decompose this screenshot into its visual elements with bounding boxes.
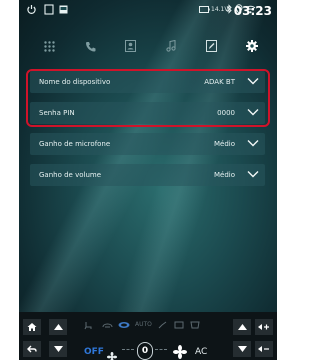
fan-small-icon[interactable] — [107, 347, 117, 360]
setting-volume-gain[interactable]: Ganho de volume Médio — [30, 164, 265, 186]
chevron-down-icon[interactable] — [247, 169, 259, 179]
recirculation-icon[interactable] — [102, 321, 113, 331]
volume-up-icon — [258, 324, 269, 330]
up-button[interactable] — [49, 319, 67, 335]
setting-label: Ganho de volume — [39, 171, 102, 179]
airflow-icon[interactable] — [158, 321, 167, 331]
back-button[interactable] — [23, 341, 41, 357]
climate-control: AUTO OFF 0 AC — [77, 318, 215, 360]
battery-icon — [199, 4, 210, 17]
tab-music[interactable] — [160, 36, 182, 56]
chevron-down-icon[interactable] — [247, 138, 259, 148]
rear-defrost-icon[interactable] — [190, 321, 200, 331]
image-icon — [59, 4, 68, 17]
triangle-down-icon — [237, 346, 247, 352]
climate-off-button[interactable]: OFF — [84, 347, 104, 357]
volume-down-button[interactable] — [255, 341, 273, 357]
phone-icon — [85, 41, 95, 51]
tab-phone[interactable] — [79, 36, 101, 56]
triangle-down-icon — [53, 346, 63, 352]
fan-slider-track[interactable] — [122, 349, 134, 350]
volume-up-button[interactable] — [255, 319, 273, 335]
front-defrost-icon[interactable] — [174, 321, 184, 331]
tab-contacts[interactable] — [119, 36, 141, 56]
tab-settings[interactable] — [241, 36, 263, 56]
fan-level[interactable]: 0 — [137, 342, 153, 360]
grid-icon — [43, 40, 55, 52]
tab-edit[interactable] — [200, 36, 222, 56]
fan-large-icon[interactable] — [173, 344, 187, 360]
head-unit-screen: 14.1V 03:23 Nome do dispositivo ADAK BT … — [19, 0, 277, 360]
triangle-up-icon — [237, 324, 247, 330]
right-down-button[interactable] — [233, 341, 251, 357]
ac-button[interactable]: AC — [195, 347, 207, 357]
seat-heat-icon[interactable] — [84, 321, 93, 332]
home-button[interactable] — [23, 319, 41, 335]
bluetooth-icon — [226, 4, 232, 17]
gear-icon — [246, 40, 258, 52]
fan-slider-track-right[interactable] — [155, 349, 167, 350]
setting-mic-gain[interactable]: Ganho de microfone Médio — [30, 133, 265, 155]
power-icon[interactable] — [26, 4, 37, 18]
volume-down-icon — [258, 346, 269, 352]
clock: 03:23 — [233, 4, 272, 18]
settings-screen: 14.1V 03:23 Nome do dispositivo ADAK BT … — [19, 0, 277, 312]
triangle-up-icon — [53, 324, 63, 330]
home-icon — [27, 323, 37, 331]
highlight-box — [26, 69, 270, 127]
setting-value: Médio — [213, 171, 235, 179]
back-arrow-icon — [27, 345, 37, 352]
tab-apps[interactable] — [38, 36, 60, 56]
status-bar: 14.1V 03:23 — [19, 0, 277, 22]
contacts-icon — [124, 40, 136, 52]
music-icon — [166, 40, 176, 52]
setting-label: Ganho de microfone — [39, 140, 111, 148]
tab-bar — [19, 36, 277, 56]
car-airflow-icon[interactable] — [118, 321, 130, 331]
recent-apps-icon[interactable] — [44, 4, 54, 18]
right-up-button[interactable] — [233, 319, 251, 335]
down-button[interactable] — [49, 341, 67, 357]
auto-label[interactable]: AUTO — [135, 321, 152, 328]
edit-icon — [205, 40, 217, 52]
setting-value: Médio — [213, 140, 235, 148]
